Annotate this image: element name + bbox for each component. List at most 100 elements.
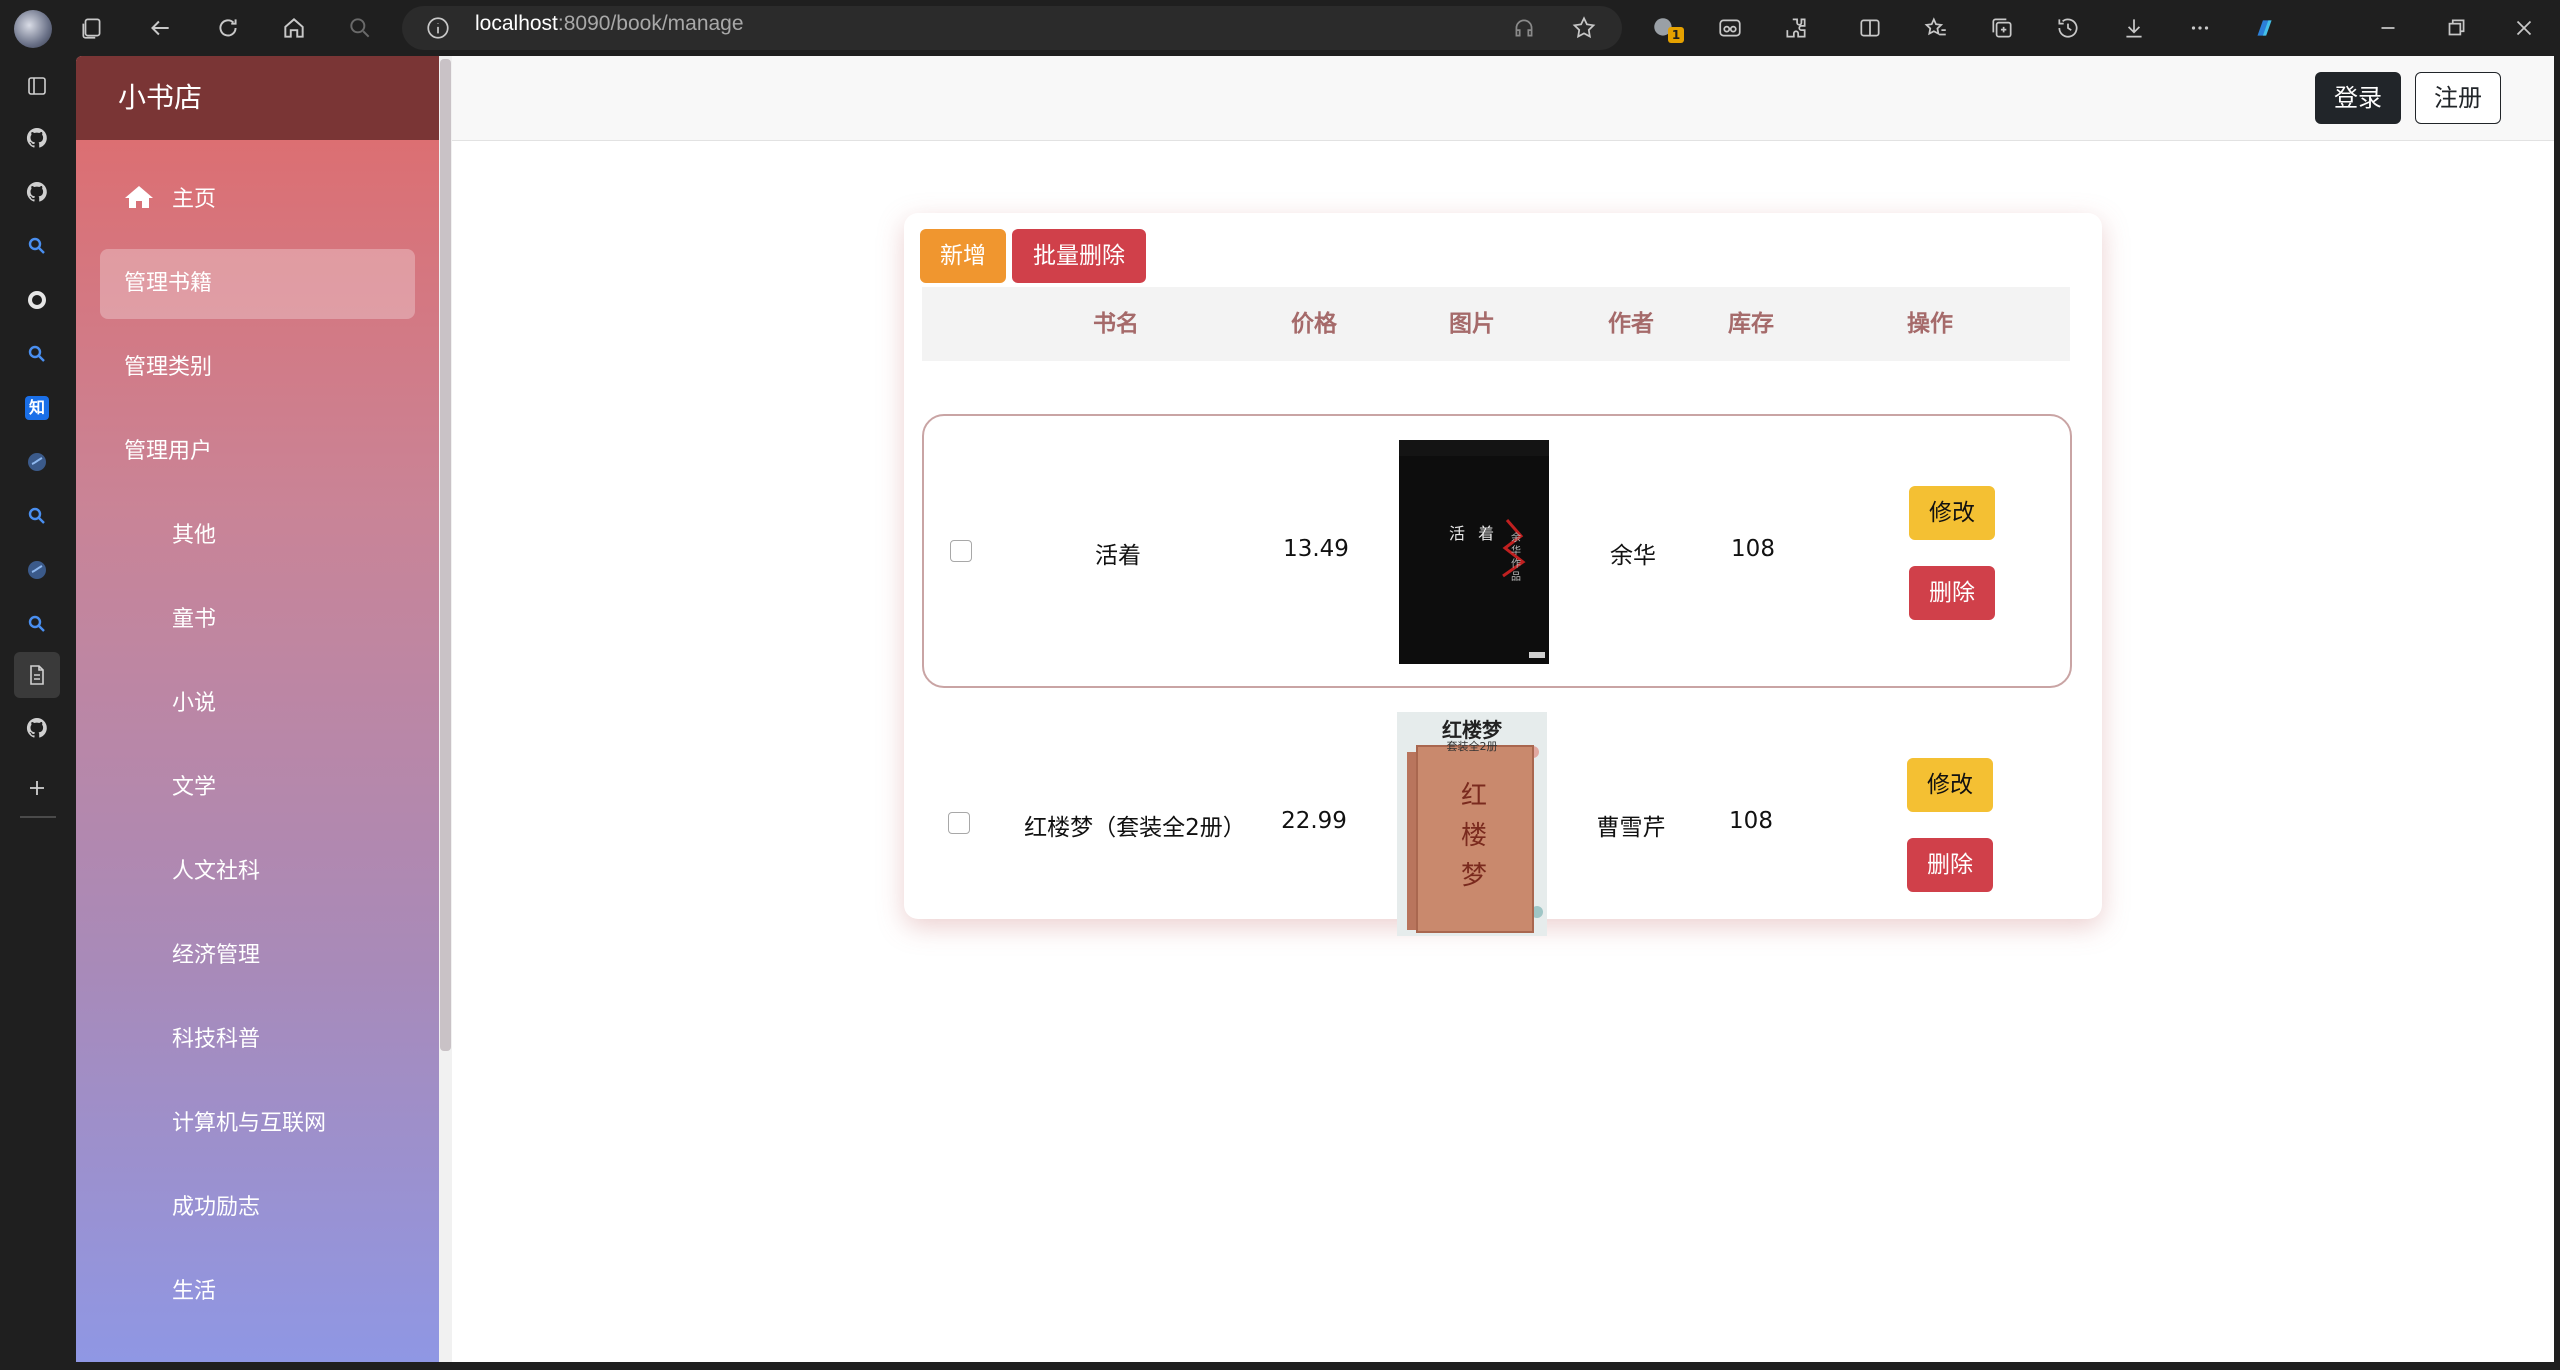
cover-subtitle: 套装全2册 bbox=[1446, 740, 1498, 753]
column-header-actions: 操作 bbox=[1907, 311, 1953, 337]
sidebar-item-label: 人文社科 bbox=[172, 859, 261, 884]
book-stock: 108 bbox=[1731, 536, 1775, 562]
restore-icon[interactable] bbox=[2440, 12, 2472, 44]
extension-badge: 1 bbox=[1668, 27, 1684, 43]
github-icon[interactable] bbox=[21, 122, 53, 154]
sidebar-item-category[interactable]: 生活 bbox=[100, 1257, 415, 1327]
register-button[interactable]: 注册 bbox=[2415, 72, 2501, 124]
row-checkbox[interactable] bbox=[948, 812, 970, 834]
sidebar-item-label: 管理类别 bbox=[124, 355, 213, 380]
history-icon[interactable] bbox=[2052, 12, 2084, 44]
search-icon[interactable] bbox=[21, 608, 53, 640]
sidebar-item-category[interactable]: 童书 bbox=[100, 585, 415, 655]
browser-side-rail: 知 bbox=[0, 56, 74, 1370]
split-screen-icon[interactable] bbox=[1854, 12, 1886, 44]
downloads-icon[interactable] bbox=[2118, 12, 2150, 44]
sidebar-item-label: 成功励志 bbox=[172, 1195, 261, 1220]
back-icon[interactable] bbox=[144, 12, 176, 44]
table-row[interactable]: 红楼梦（套装全2册） 22.99 红楼梦 套装全2册 红楼梦 曹雪芹 108 修… bbox=[922, 688, 2072, 962]
book-author: 曹雪芹 bbox=[1596, 815, 1666, 841]
cover-vertical-title: 红楼梦 bbox=[1461, 781, 1488, 891]
url-host: localhost bbox=[475, 12, 558, 35]
window-bottom-edge bbox=[0, 1362, 2560, 1370]
sidebar: 小书店 主页 管理书籍 管理类别 管理用户 其他 童书 小说 文学 人文社科 经… bbox=[76, 56, 452, 1362]
sidebar-item-label: 管理用户 bbox=[124, 439, 213, 464]
sidebar-item-label: 童书 bbox=[172, 607, 217, 632]
close-icon[interactable] bbox=[2508, 12, 2540, 44]
profile-avatar[interactable] bbox=[14, 10, 52, 48]
zhihu-label: 知 bbox=[25, 396, 49, 420]
batch-delete-button[interactable]: 批量删除 bbox=[1012, 229, 1146, 283]
sidebar-item-label: 主页 bbox=[172, 187, 217, 212]
refresh-icon[interactable] bbox=[212, 12, 244, 44]
sidebar-scroll-thumb[interactable] bbox=[440, 59, 451, 1051]
row-checkbox[interactable] bbox=[950, 540, 972, 562]
read-aloud-icon[interactable] bbox=[1508, 12, 1540, 44]
column-header-stock: 库存 bbox=[1728, 311, 1774, 337]
search-browser-icon[interactable] bbox=[344, 12, 376, 44]
workspaces-icon[interactable] bbox=[76, 12, 108, 44]
favorite-star-icon[interactable] bbox=[1568, 12, 1600, 44]
sidebar-item-category[interactable]: 科技科普 bbox=[100, 1005, 415, 1075]
sidebar-item-category[interactable]: 文学 bbox=[100, 753, 415, 823]
login-button[interactable]: 登录 bbox=[2315, 72, 2401, 124]
zhihu-icon[interactable]: 知 bbox=[21, 392, 53, 424]
copilot-icon[interactable] bbox=[2248, 12, 2280, 44]
sidebar-item-label: 文学 bbox=[172, 775, 217, 800]
minimize-icon[interactable] bbox=[2372, 12, 2404, 44]
sidebar-item-category[interactable]: 其他 bbox=[100, 501, 415, 571]
github-icon[interactable] bbox=[21, 712, 53, 744]
extensions-icon[interactable] bbox=[1780, 12, 1812, 44]
edit-button[interactable]: 修改 bbox=[1907, 758, 1993, 812]
browser-toolbar: localhost:8090/book/manage 1 bbox=[0, 0, 2560, 56]
brand-title[interactable]: 小书店 bbox=[76, 56, 439, 140]
glasses-icon[interactable] bbox=[1714, 12, 1746, 44]
book-title: 活着 bbox=[1095, 543, 1141, 569]
sidebar-item-label: 经济管理 bbox=[172, 943, 261, 968]
book-price: 22.99 bbox=[1281, 808, 1347, 834]
document-icon[interactable] bbox=[14, 652, 60, 698]
book-table-card: 新增 批量删除 书名 价格 图片 作者 库存 操作 活着 13.49 活 着 余… bbox=[904, 213, 2102, 936]
sidebar-item-label: 其他 bbox=[172, 523, 217, 548]
edit-button[interactable]: 修改 bbox=[1909, 486, 1995, 540]
delete-button[interactable]: 删除 bbox=[1909, 566, 1995, 620]
sidebar-item-label: 计算机与互联网 bbox=[172, 1111, 327, 1136]
sidebar-item-manage-books[interactable]: 管理书籍 bbox=[100, 249, 415, 319]
add-book-button[interactable]: 新增 bbox=[920, 229, 1006, 283]
add-icon[interactable] bbox=[21, 772, 53, 804]
github-alt-icon[interactable] bbox=[21, 284, 53, 316]
app-icon[interactable] bbox=[21, 554, 53, 586]
sidebar-item-home[interactable]: 主页 bbox=[100, 165, 415, 235]
table-row[interactable]: 活着 13.49 活 着 余华作品 余华 108 修改 删除 bbox=[922, 414, 2072, 688]
table-header: 书名 价格 图片 作者 库存 操作 bbox=[922, 287, 2070, 361]
favorites-icon[interactable] bbox=[1920, 12, 1952, 44]
sidebar-item-category[interactable]: 小说 bbox=[100, 669, 415, 739]
column-header-price: 价格 bbox=[1291, 311, 1337, 337]
app-window: 小书店 主页 管理书籍 管理类别 管理用户 其他 童书 小说 文学 人文社科 经… bbox=[76, 56, 2554, 1362]
book-title: 红楼梦（套装全2册） bbox=[1024, 815, 1246, 841]
tab-actions-icon[interactable] bbox=[21, 70, 53, 102]
sidebar-item-category[interactable]: 经济管理 bbox=[100, 921, 415, 991]
sidebar-item-label: 生活 bbox=[172, 1279, 217, 1304]
github-icon[interactable] bbox=[21, 176, 53, 208]
sidebar-item-manage-categories[interactable]: 管理类别 bbox=[100, 333, 415, 403]
search-icon[interactable] bbox=[21, 338, 53, 370]
home-browser-icon[interactable] bbox=[278, 12, 310, 44]
sidebar-item-label: 科技科普 bbox=[172, 1027, 261, 1052]
sidebar-item-manage-users[interactable]: 管理用户 bbox=[100, 417, 415, 487]
sidebar-item-category[interactable]: 成功励志 bbox=[100, 1173, 415, 1243]
column-header-image: 图片 bbox=[1449, 311, 1495, 337]
book-price: 13.49 bbox=[1283, 536, 1349, 562]
url-text[interactable]: localhost:8090/book/manage bbox=[475, 12, 744, 36]
sidebar-item-category[interactable]: 计算机与互联网 bbox=[100, 1089, 415, 1159]
search-icon[interactable] bbox=[21, 500, 53, 532]
collections-icon[interactable] bbox=[1986, 12, 2018, 44]
cover-title: 活 着 bbox=[1449, 524, 1499, 543]
more-menu-icon[interactable] bbox=[2184, 12, 2216, 44]
delete-button[interactable]: 删除 bbox=[1907, 838, 1993, 892]
app-icon[interactable] bbox=[21, 446, 53, 478]
search-icon[interactable] bbox=[21, 230, 53, 262]
site-info-icon[interactable] bbox=[422, 12, 454, 44]
book-stock: 108 bbox=[1729, 808, 1773, 834]
sidebar-item-category[interactable]: 人文社科 bbox=[100, 837, 415, 907]
